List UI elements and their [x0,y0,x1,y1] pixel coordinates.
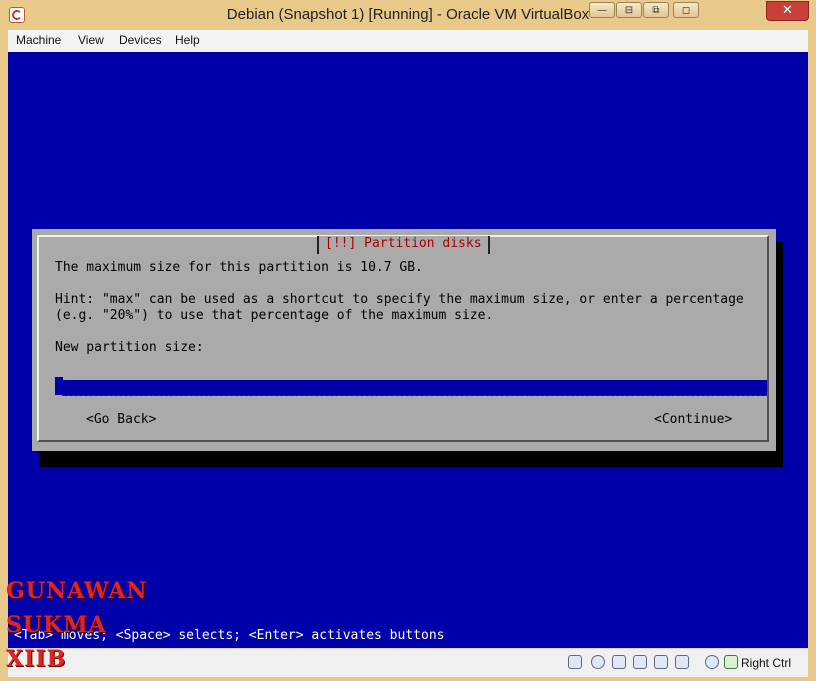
virtualbox-window: Debian (Snapshot 1) [Running] - Oracle V… [0,0,816,681]
display-icon[interactable] [654,655,668,669]
host-key-label: Right Ctrl [741,656,792,670]
menu-help[interactable]: Help [175,33,200,47]
mouse-integration-icon[interactable] [705,655,719,669]
menu-bar: Machine View Devices Help [8,30,808,53]
partition-size-label: New partition size: [55,340,204,355]
hard-disk-icon[interactable] [568,655,582,669]
title-bar[interactable]: Debian (Snapshot 1) [Running] - Oracle V… [0,0,816,30]
watermark-line-3: XIIB [6,646,67,672]
host-key-icon [724,655,738,669]
dialog-frame: [!!] Partition disks The maximum size fo… [37,235,769,442]
partition-disks-dialog: [!!] Partition disks The maximum size fo… [32,229,776,451]
watermark-line-1: GUNAWAN [6,578,148,604]
menu-machine[interactable]: Machine [16,33,61,47]
partition-size-input[interactable] [62,380,767,395]
partition-size-field[interactable] [62,380,767,396]
close-button[interactable]: ✕ [766,1,809,21]
watermark-line-2: SUKMA [6,612,107,638]
status-bar: Right Ctrl [8,648,808,677]
video-capture-icon[interactable] [675,655,689,669]
shared-folders-icon[interactable] [633,655,647,669]
usb-icon[interactable] [612,655,626,669]
hint-line-1: Hint: "max" can be used as a shortcut to… [55,292,744,307]
continue-button[interactable]: <Continue> [654,412,732,427]
minimize-to-tray-button[interactable]: — [589,2,615,18]
hint-line-2: (e.g. "20%") to use that percentage of t… [55,308,494,323]
go-back-button[interactable]: <Go Back> [86,412,156,427]
dialog-title: [!!] Partition disks [317,236,490,254]
restore-down-button[interactable]: ⧉ [643,2,669,18]
maximize-button[interactable]: ◻ [673,2,699,18]
max-size-message: The maximum size for this partition is 1… [55,260,423,275]
menu-devices[interactable]: Devices [119,33,162,47]
optical-drive-icon[interactable] [591,655,605,669]
pin-button[interactable]: ⊟ [616,2,642,18]
menu-view[interactable]: View [78,33,104,47]
vm-screen[interactable]: [!!] Partition disks The maximum size fo… [8,52,808,648]
